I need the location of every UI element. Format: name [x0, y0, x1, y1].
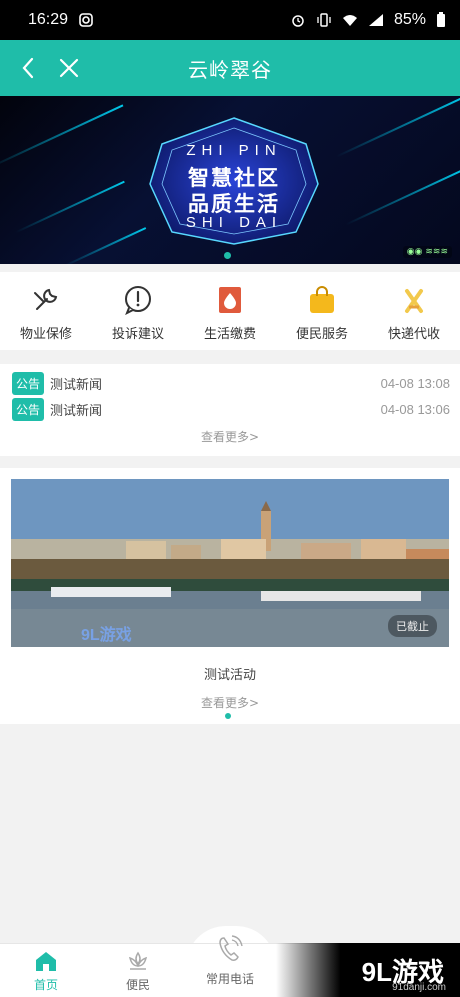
service-grid: 物业保修 投诉建议 生活缴费 便民服务 快递代收	[0, 272, 460, 350]
instagram-icon	[79, 13, 93, 27]
title-bar: 云岭翠谷	[0, 40, 460, 96]
shopping-bag-icon	[310, 286, 334, 313]
news-item[interactable]: 公告 测试新闻 04-08 13:06	[12, 397, 450, 421]
tab-convenience[interactable]: 便民	[98, 944, 178, 997]
status-bar: 16:29 85%	[0, 0, 460, 40]
service-label: 物业保修	[19, 327, 72, 342]
signal-icon	[368, 14, 383, 26]
carousel-indicator	[224, 252, 231, 259]
package-icon	[405, 289, 423, 313]
activity-status-badge: 已截止	[388, 615, 437, 637]
activity-image[interactable]: 9L游戏 已截止	[11, 479, 449, 647]
service-label: 投诉建议	[111, 327, 164, 342]
activity-title: 测试活动	[203, 668, 256, 683]
news-item[interactable]: 公告 测试新闻 04-08 13:08	[12, 371, 450, 395]
activity-more-link[interactable]: 查看更多>	[0, 694, 460, 711]
wifi-icon	[342, 15, 357, 26]
banner-carousel[interactable]: ZHI PIN 智慧社区 品质生活 SHI DAI ◉◉ ≋≋≋	[0, 96, 460, 264]
lotus-icon	[128, 951, 148, 970]
tab-home[interactable]: 首页	[6, 944, 86, 997]
home-icon	[36, 952, 56, 971]
tab-label: 常用电话	[205, 972, 254, 986]
page-title: 云岭翠谷	[188, 57, 272, 82]
service-label: 生活缴费	[203, 327, 256, 342]
tab-phone[interactable]: 常用电话	[190, 928, 270, 997]
news-section: 公告 测试新闻 04-08 13:08 公告 测试新闻 04-08 13:06 …	[0, 364, 460, 456]
news-tag: 公告	[12, 371, 45, 395]
back-icon[interactable]	[14, 53, 44, 83]
news-time: 04-08 13:06	[380, 401, 450, 417]
news-title: 测试新闻	[50, 403, 103, 419]
status-time: 16:29	[28, 11, 69, 28]
battery-icon	[437, 12, 445, 27]
wrench-icon	[34, 288, 58, 310]
site-watermark-url: 91danji.com	[392, 982, 446, 993]
image-watermark: 9L游戏	[81, 627, 132, 644]
banner-line-4: SHI DAI	[185, 214, 283, 231]
service-label: 快递代收	[387, 327, 440, 342]
service-convenience[interactable]: 便民服务	[276, 272, 368, 350]
close-icon[interactable]	[54, 53, 84, 83]
city-waterfront-icon	[11, 479, 449, 647]
site-watermark: 9L游戏 91danji.com	[276, 943, 460, 997]
service-package-pickup[interactable]: 快递代收	[368, 272, 460, 350]
tab-label: 便民	[125, 978, 150, 992]
service-label: 便民服务	[295, 327, 348, 342]
activity-carousel-indicator	[225, 713, 231, 719]
news-more-link[interactable]: 查看更多>	[0, 428, 460, 445]
news-title: 测试新闻	[50, 377, 103, 393]
news-time: 04-08 13:08	[380, 375, 450, 391]
service-complaint[interactable]: 投诉建议	[92, 272, 184, 350]
banner-logo: ◉◉ ≋≋≋	[402, 246, 452, 258]
news-tag: 公告	[12, 397, 45, 421]
exclamation-bubble-icon	[125, 286, 151, 315]
tab-label: 首页	[33, 978, 58, 992]
service-bill-payment[interactable]: 生活缴费	[184, 272, 276, 350]
service-property-repair[interactable]: 物业保修	[0, 272, 92, 350]
banner-line-1: ZHI PIN	[186, 142, 282, 159]
activity-section: 9L游戏 已截止 测试活动 查看更多>	[0, 468, 460, 724]
water-drop-icon	[219, 287, 241, 313]
battery-percent: 85%	[393, 11, 426, 28]
vibrate-icon	[317, 13, 331, 27]
alarm-icon	[292, 15, 304, 27]
phone-icon	[219, 935, 243, 961]
